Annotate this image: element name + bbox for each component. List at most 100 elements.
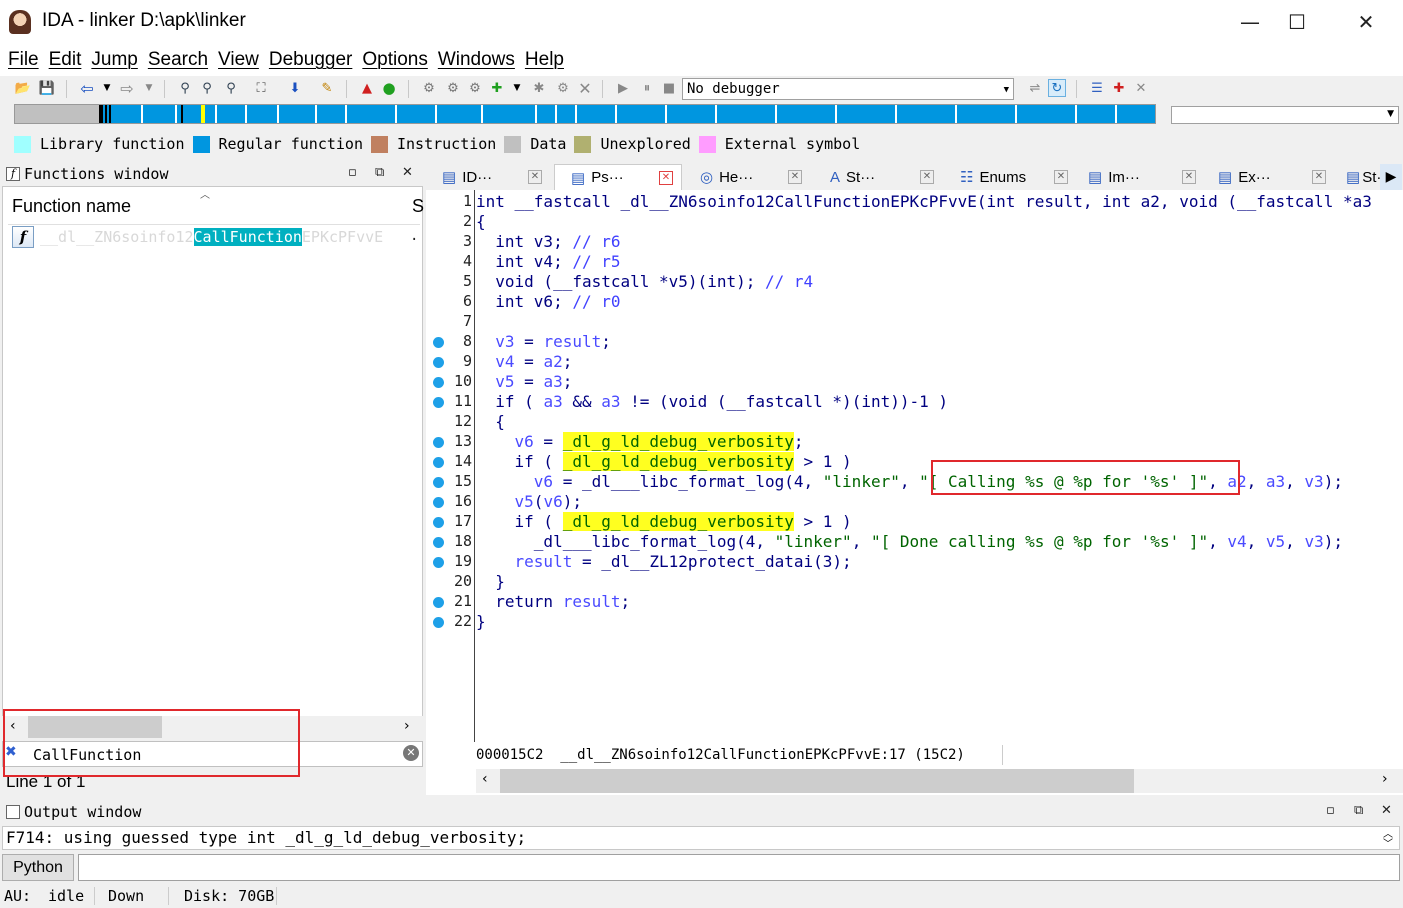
code-line[interactable]: _dl___libc_format_log(4, "linker", "[ Do…: [476, 532, 1343, 552]
add-breakpoint-icon[interactable]: ✚: [1110, 79, 1128, 97]
breakpoint-dot-icon[interactable]: [433, 437, 444, 448]
maximize-button[interactable]: ☐: [1274, 0, 1320, 44]
code-line[interactable]: v5(v6);: [476, 492, 582, 512]
forward-dropdown-icon[interactable]: ▼: [140, 79, 158, 97]
back-arrow-icon[interactable]: ⇦: [78, 79, 96, 98]
close-panel-icon[interactable]: ✕: [402, 165, 413, 180]
search-sequence-icon[interactable]: ⚲: [198, 79, 216, 97]
menu-view[interactable]: View: [218, 47, 259, 73]
forward-arrow-icon[interactable]: ⇨: [118, 79, 136, 98]
save-icon[interactable]: 💾: [38, 79, 56, 97]
menu-debugger[interactable]: Debugger: [269, 47, 352, 73]
graph-grid-icon[interactable]: ⚙: [466, 79, 484, 97]
code-line[interactable]: int v4; // r5: [476, 252, 620, 272]
tab-ida-view[interactable]: ▤ ID··· ✕: [434, 164, 550, 190]
tab-close-icon[interactable]: ✕: [1182, 170, 1196, 184]
debugger-select[interactable]: No debugger ▼: [682, 78, 1014, 100]
tab-hex-view[interactable]: ◎ He··· ✕: [686, 164, 810, 190]
menu-options[interactable]: Options: [362, 47, 427, 73]
tab-close-icon[interactable]: ✕: [1312, 170, 1326, 184]
code-line[interactable]: if ( a3 && a3 != (void (__fastcall *)(in…: [476, 392, 948, 412]
open-folder-icon[interactable]: 📂: [14, 79, 32, 97]
code-line[interactable]: v4 = a2;: [476, 352, 572, 372]
search-text-icon[interactable]: ⚲: [176, 79, 194, 97]
code-line[interactable]: int __fastcall _dl__ZN6soinfo12CallFunct…: [476, 192, 1372, 212]
tab-scroll-right-icon[interactable]: ▶: [1380, 164, 1402, 190]
python-button[interactable]: Python: [2, 854, 74, 881]
segment-column-header[interactable]: S: [412, 196, 424, 217]
code-line[interactable]: v6 = _dl_g_ld_debug_verbosity;: [476, 432, 804, 452]
add-graph-icon[interactable]: ✚: [488, 79, 506, 97]
menu-edit[interactable]: Edit: [49, 47, 82, 73]
code-horizontal-scrollbar[interactable]: ‹ ›: [476, 769, 1403, 793]
stop-icon[interactable]: ■: [660, 79, 678, 97]
binoculars-icon[interactable]: ⛶: [252, 79, 270, 97]
tab-exports[interactable]: ▤ Ex··· ✕: [1210, 164, 1334, 190]
delete-breakpoint-icon[interactable]: ✕: [1132, 79, 1150, 97]
breakpoint-dot-icon[interactable]: [433, 497, 444, 508]
delete-x-icon[interactable]: ✕: [576, 79, 594, 98]
breakpoint-dot-icon[interactable]: [433, 337, 444, 348]
code-line[interactable]: {: [476, 412, 505, 432]
tab-imports[interactable]: ▤ Im··· ✕: [1082, 164, 1204, 190]
warning-icon[interactable]: ▲: [358, 79, 376, 97]
navigation-band[interactable]: [14, 104, 1156, 124]
code-line[interactable]: }: [476, 572, 505, 592]
segment-select[interactable]: ▼: [1171, 106, 1399, 124]
tab-structures[interactable]: A St··· ✕: [816, 164, 942, 190]
scrollbar-thumb[interactable]: [500, 769, 1134, 793]
code-line[interactable]: result = _dl__ZL12protect_datai(3);: [476, 552, 852, 572]
debug-attach-icon[interactable]: ↻: [1048, 79, 1066, 97]
restore-icon[interactable]: ▫: [1326, 803, 1335, 818]
breakpoint-dot-icon[interactable]: [433, 557, 444, 568]
scroll-down-icon[interactable]: ﹀: [1383, 834, 1393, 856]
code-line[interactable]: void (__fastcall *v5)(int); // r4: [476, 272, 813, 292]
code-line[interactable]: if ( _dl_g_ld_debug_verbosity > 1 ): [476, 512, 852, 532]
breakpoint-dot-icon[interactable]: [433, 457, 444, 468]
float-icon[interactable]: ⧉: [1354, 803, 1363, 818]
graph-hide-icon[interactable]: ✱: [530, 79, 548, 97]
float-icon[interactable]: ⧉: [375, 165, 384, 180]
menu-help[interactable]: Help: [525, 47, 564, 73]
jump-down-icon[interactable]: ⬇: [286, 79, 304, 97]
menu-windows[interactable]: Windows: [438, 47, 515, 73]
back-dropdown-icon[interactable]: ▼: [98, 79, 116, 97]
menu-jump[interactable]: Jump: [91, 47, 137, 73]
code-line[interactable]: }: [476, 612, 486, 632]
menu-search[interactable]: Search: [148, 47, 208, 73]
graph-nodes-icon[interactable]: ⚙: [420, 79, 438, 97]
breakpoint-dot-icon[interactable]: [433, 517, 444, 528]
code-line[interactable]: int v6; // r0: [476, 292, 620, 312]
debug-step-icon[interactable]: ⇌: [1026, 79, 1044, 97]
tab-close-icon[interactable]: ✕: [528, 170, 542, 184]
code-line[interactable]: return result;: [476, 592, 630, 612]
green-circle-icon[interactable]: ●: [380, 79, 398, 97]
breakpoint-dot-icon[interactable]: [433, 597, 444, 608]
graph-layout-icon[interactable]: ⚙: [444, 79, 462, 97]
scroll-left-icon[interactable]: ‹: [482, 771, 488, 787]
breakpoint-dot-icon[interactable]: [433, 397, 444, 408]
function-name-column-header[interactable]: Function name: [12, 196, 131, 217]
tab-enums[interactable]: ☷ Enums ✕: [948, 164, 1076, 190]
scroll-right-icon[interactable]: ›: [1382, 771, 1388, 787]
breakpoint-dot-icon[interactable]: [433, 477, 444, 488]
clear-search-icon[interactable]: ✕: [403, 745, 419, 761]
restore-icon[interactable]: ▫: [348, 165, 357, 180]
tab-close-icon[interactable]: ✕: [788, 170, 802, 184]
text-search-icon[interactable]: ✎: [318, 79, 336, 97]
menu-file[interactable]: File: [8, 47, 39, 73]
code-line[interactable]: if ( _dl_g_ld_debug_verbosity > 1 ): [476, 452, 852, 472]
breakpoint-dot-icon[interactable]: [433, 537, 444, 548]
tab-pseudocode[interactable]: ▤ Ps··· ✕: [554, 164, 682, 190]
code-line[interactable]: v5 = a3;: [476, 372, 572, 392]
play-icon[interactable]: ▶: [614, 79, 632, 97]
graph-dropdown-icon[interactable]: ▼: [508, 79, 526, 97]
graph-zoom-icon[interactable]: ⚙: [554, 79, 572, 97]
code-line[interactable]: {: [476, 212, 486, 232]
tab-close-icon[interactable]: ✕: [659, 171, 673, 185]
close-panel-icon[interactable]: ✕: [1381, 803, 1392, 818]
minimize-button[interactable]: —: [1227, 0, 1273, 44]
code-line[interactable]: v3 = result;: [476, 332, 611, 352]
close-button[interactable]: ✕: [1343, 0, 1389, 44]
breakpoint-dot-icon[interactable]: [433, 617, 444, 628]
